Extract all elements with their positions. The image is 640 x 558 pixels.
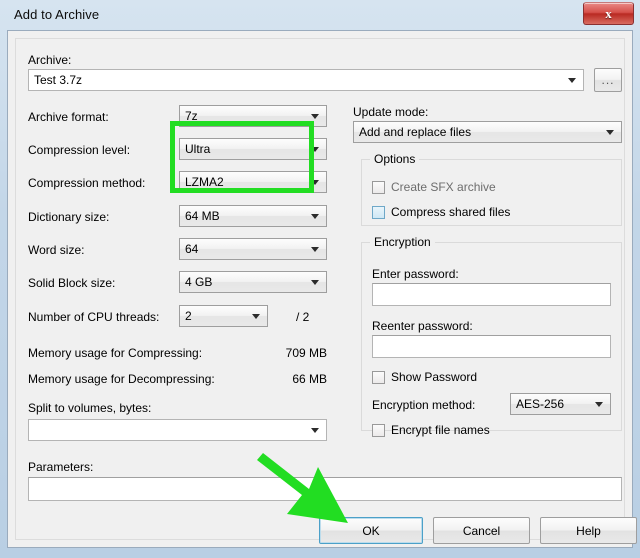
help-button[interactable]: Help (540, 517, 637, 544)
window-frame: Add to Archive x Archive: Test 3.7z ... … (0, 0, 640, 558)
close-button[interactable]: x (583, 2, 634, 25)
chevron-down-icon (311, 180, 319, 185)
show-password-label: Show Password (391, 370, 478, 384)
update-mode-combo[interactable]: Add and replace files (353, 121, 622, 143)
parameters-input[interactable] (28, 477, 622, 501)
encrypt-file-names-label: Encrypt file names (391, 423, 490, 437)
compression-level-combo[interactable]: Ultra (179, 138, 327, 160)
archive-format-combo[interactable]: 7z (179, 105, 327, 127)
update-mode-value: Add and replace files (359, 125, 472, 139)
reenter-password-label: Reenter password: (372, 319, 473, 333)
checkbox-icon (372, 205, 385, 219)
cpu-threads-label: Number of CPU threads: (28, 310, 160, 324)
word-size-combo[interactable]: 64 (179, 238, 327, 260)
memory-decompressing-label: Memory usage for Decompressing: (28, 372, 215, 386)
checkbox-icon (372, 370, 385, 384)
dictionary-size-combo[interactable]: 64 MB (179, 205, 327, 227)
chevron-down-icon (568, 78, 576, 83)
compression-level-value: Ultra (185, 142, 211, 156)
dialog-inner-panel: Archive: Test 3.7z ... Archive format: 7… (15, 38, 637, 544)
chevron-down-icon (311, 428, 319, 433)
cancel-button[interactable]: Cancel (433, 517, 530, 544)
enter-password-input[interactable] (372, 283, 611, 306)
word-size-value: 64 (185, 242, 199, 256)
solid-block-size-combo[interactable]: 4 GB (179, 271, 327, 293)
options-group-title: Options (370, 152, 420, 166)
checkbox-icon (372, 423, 385, 437)
show-password-checkbox[interactable]: Show Password (372, 370, 477, 384)
compression-level-label: Compression level: (28, 143, 131, 157)
compression-method-label: Compression method: (28, 176, 146, 190)
encryption-method-combo[interactable]: AES-256 (510, 393, 611, 415)
encryption-group-title: Encryption (370, 235, 435, 249)
cpu-threads-max: / 2 (296, 310, 310, 324)
parameters-label: Parameters: (28, 460, 94, 474)
dialog-client-area: Archive: Test 3.7z ... Archive format: 7… (7, 30, 637, 548)
compression-method-value: LZMA2 (185, 175, 224, 189)
encrypt-file-names-checkbox[interactable]: Encrypt file names (372, 423, 490, 437)
chevron-down-icon (311, 147, 319, 152)
browse-button[interactable]: ... (594, 68, 622, 92)
dictionary-size-value: 64 MB (185, 209, 220, 223)
split-volumes-combo[interactable] (28, 419, 327, 441)
cpu-threads-combo[interactable]: 2 (179, 305, 268, 327)
chevron-down-icon (252, 314, 260, 319)
chevron-down-icon (311, 214, 319, 219)
create-sfx-archive-checkbox[interactable]: Create SFX archive (372, 180, 496, 194)
dictionary-size-label: Dictionary size: (28, 210, 110, 224)
archive-name-combo[interactable]: Test 3.7z (28, 69, 584, 91)
memory-compressing-label: Memory usage for Compressing: (28, 346, 203, 360)
chevron-down-icon (311, 114, 319, 119)
update-mode-label: Update mode: (353, 105, 429, 119)
ok-button[interactable]: OK (319, 517, 423, 544)
chevron-down-icon (311, 280, 319, 285)
word-size-label: Word size: (28, 243, 85, 257)
archive-format-label: Archive format: (28, 110, 109, 124)
encryption-method-value: AES-256 (516, 397, 565, 411)
title-bar: Add to Archive x (0, 0, 640, 30)
checkbox-icon (372, 180, 385, 194)
memory-decompressing-value: 66 MB (292, 372, 327, 386)
chevron-down-icon (606, 130, 614, 135)
window-title: Add to Archive (14, 7, 100, 22)
create-sfx-archive-label: Create SFX archive (391, 180, 496, 194)
archive-name-value: Test 3.7z (34, 73, 83, 87)
split-volumes-label: Split to volumes, bytes: (28, 401, 152, 415)
compression-method-combo[interactable]: LZMA2 (179, 171, 327, 193)
solid-block-size-value: 4 GB (185, 275, 213, 289)
solid-block-size-label: Solid Block size: (28, 276, 116, 290)
enter-password-label: Enter password: (372, 267, 459, 281)
encryption-method-label: Encryption method: (372, 398, 476, 412)
cpu-threads-value: 2 (185, 309, 192, 323)
archive-format-value: 7z (185, 109, 198, 123)
reenter-password-input[interactable] (372, 335, 611, 358)
add-to-archive-dialog: Add to Archive x Archive: Test 3.7z ... … (0, 0, 640, 558)
compress-shared-files-checkbox[interactable]: Compress shared files (372, 205, 510, 219)
archive-label: Archive: (28, 53, 72, 67)
chevron-down-icon (595, 402, 603, 407)
close-icon: x (605, 5, 612, 21)
compress-shared-files-label: Compress shared files (391, 205, 511, 219)
memory-compressing-value: 709 MB (285, 346, 327, 360)
chevron-down-icon (311, 247, 319, 252)
